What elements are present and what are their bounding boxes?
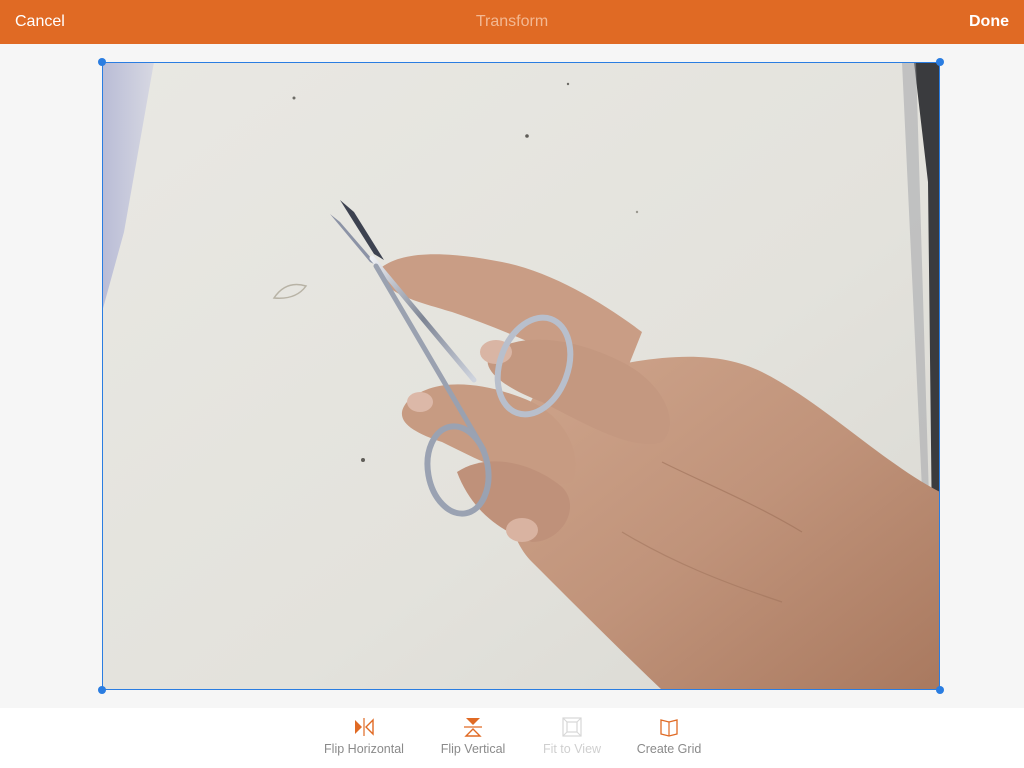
- crop-handle-bottom-right[interactable]: [936, 686, 944, 694]
- flip-horizontal-icon: [353, 716, 375, 738]
- done-button[interactable]: Done: [969, 0, 1009, 44]
- bottom-toolbar: Flip Horizontal Flip Vertical Fit to Vie…: [0, 708, 1024, 768]
- fit-to-view-label: Fit to View: [542, 742, 602, 756]
- photo-image: [102, 62, 940, 690]
- photo-canvas[interactable]: [102, 62, 940, 690]
- create-grid-icon: [658, 716, 680, 738]
- cancel-button[interactable]: Cancel: [15, 0, 65, 44]
- flip-vertical-icon: [462, 716, 484, 738]
- create-grid-label: Create Grid: [636, 742, 702, 756]
- flip-horizontal-button[interactable]: Flip Horizontal: [322, 708, 406, 768]
- crop-handle-bottom-left[interactable]: [98, 686, 106, 694]
- create-grid-button[interactable]: Create Grid: [636, 708, 702, 768]
- crop-handle-top-right[interactable]: [936, 58, 944, 66]
- page-title: Transform: [475, 13, 549, 30]
- flip-vertical-label: Flip Vertical: [440, 742, 506, 756]
- crop-handle-top-left[interactable]: [98, 58, 106, 66]
- header-bar: Transform Cancel Done: [0, 0, 1024, 44]
- fit-to-view-icon: [561, 716, 583, 738]
- flip-vertical-button[interactable]: Flip Vertical: [438, 708, 508, 768]
- flip-horizontal-label: Flip Horizontal: [324, 742, 404, 756]
- fit-to-view-button[interactable]: Fit to View: [540, 708, 604, 768]
